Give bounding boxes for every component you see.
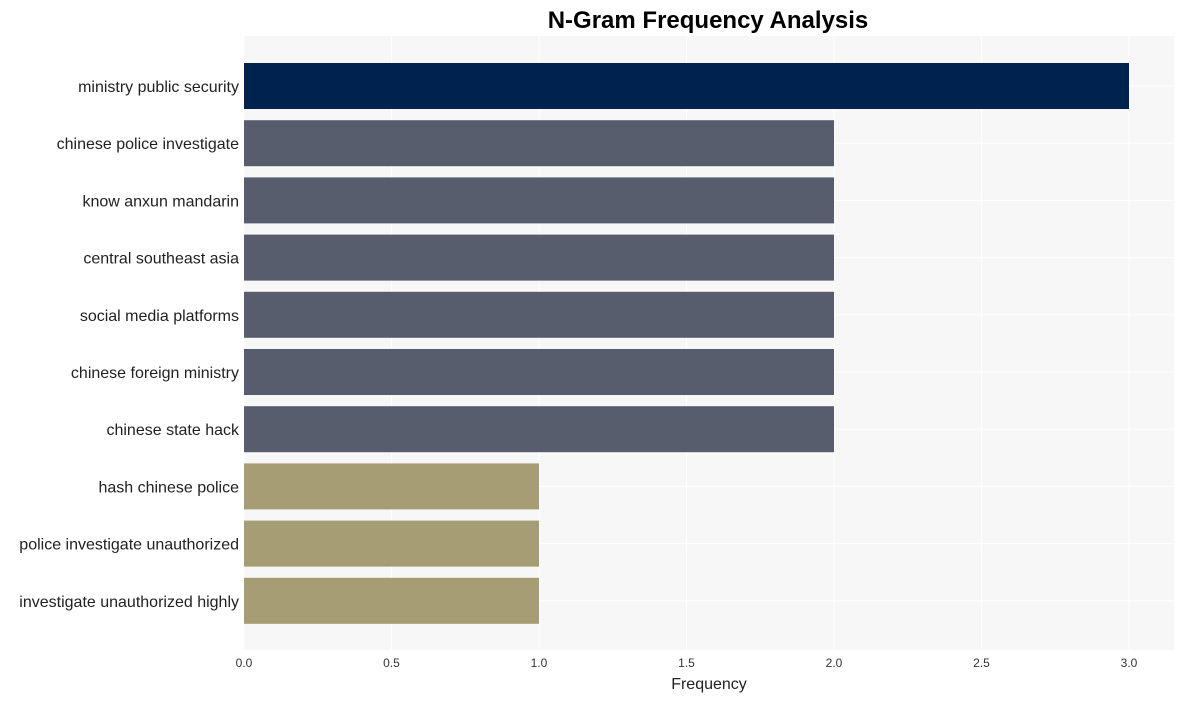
bar	[244, 177, 834, 224]
ngram-bar-chart: ministry public security chinese police i…	[19, 7, 1174, 693]
x-tick-label: 2.0	[826, 656, 843, 670]
x-tick-label: 0.0	[236, 656, 253, 670]
x-tick-label: 2.5	[973, 656, 990, 670]
y-tick-label: chinese police investigate	[57, 136, 239, 153]
y-tick-label: chinese foreign ministry	[71, 365, 239, 382]
x-tick-label: 1.0	[531, 656, 548, 670]
x-tick-label: 1.5	[678, 656, 695, 670]
bar	[244, 406, 834, 453]
bar	[244, 520, 539, 567]
bar	[244, 291, 834, 338]
bar	[244, 120, 834, 167]
chart-title: N-Gram Frequency Analysis	[548, 7, 869, 34]
bar	[244, 463, 539, 510]
y-tick-label: know anxun mandarin	[82, 193, 239, 210]
y-tick-label: ministry public security	[78, 79, 239, 96]
y-tick-label: investigate unauthorized highly	[19, 594, 239, 611]
y-tick-label: police investigate unauthorized	[19, 537, 239, 554]
y-axis-labels: ministry public security chinese police i…	[19, 79, 240, 611]
y-tick-label: social media platforms	[80, 308, 239, 325]
y-tick-label: chinese state hack	[106, 422, 240, 439]
y-tick-label: hash chinese police	[98, 479, 239, 496]
x-axis-label: Frequency	[671, 676, 747, 693]
x-tick-label: 0.5	[383, 656, 400, 670]
bar	[244, 63, 1129, 109]
x-axis-ticks: 0.0 0.5 1.0 1.5 2.0 2.5 3.0	[236, 656, 1138, 670]
bar	[244, 234, 834, 281]
bar	[244, 577, 539, 624]
x-tick-label: 3.0	[1121, 656, 1138, 670]
bar	[244, 349, 834, 395]
y-tick-label: central southeast asia	[83, 251, 239, 268]
